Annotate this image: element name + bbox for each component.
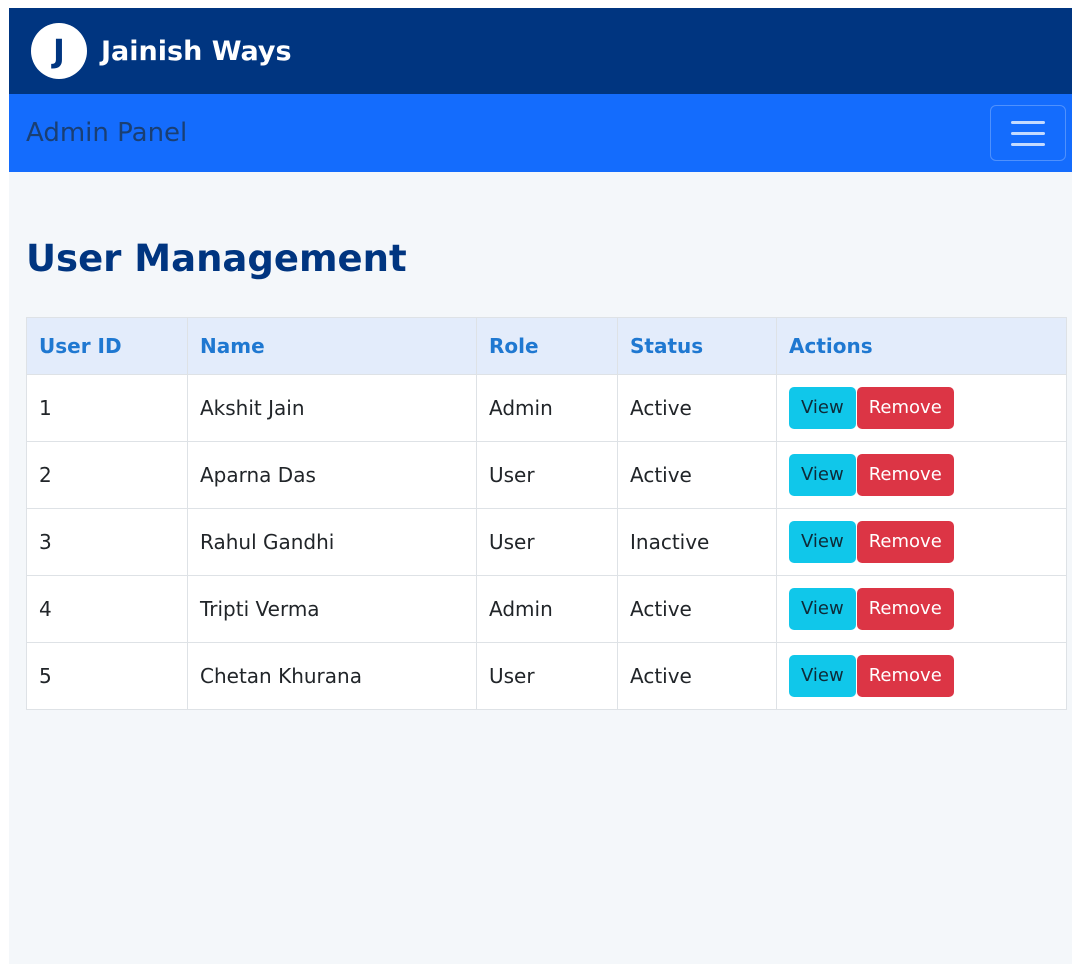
cell-actions: View Remove <box>776 642 1067 710</box>
column-header-name: Name <box>187 317 477 375</box>
hamburger-menu-icon-bar <box>1011 131 1045 135</box>
cell-name: Akshit Jain <box>187 374 477 442</box>
cell-status: Active <box>617 575 777 643</box>
cell-role: Admin <box>476 374 618 442</box>
cell-actions: View Remove <box>776 508 1067 576</box>
brand-name[interactable]: Jainish Ways <box>101 36 292 67</box>
cell-user-id: 5 <box>26 642 188 710</box>
cell-user-id: 2 <box>26 441 188 509</box>
table-row: 2 Aparna Das User Active View Remove <box>26 441 1067 509</box>
app-window: J Jainish Ways Admin Panel User Manageme… <box>9 8 1072 964</box>
cell-name: Chetan Khurana <box>187 642 477 710</box>
cell-role: Admin <box>476 575 618 643</box>
cell-actions: View Remove <box>776 374 1067 442</box>
view-button[interactable]: View <box>789 588 856 630</box>
hamburger-menu-icon-bar <box>1011 142 1045 146</box>
table-row: 5 Chetan Khurana User Active View Remove <box>26 642 1067 710</box>
view-button[interactable]: View <box>789 387 856 429</box>
table-header-row: User ID Name Role Status Actions <box>26 317 1067 375</box>
cell-status: Active <box>617 374 777 442</box>
cell-role: User <box>476 441 618 509</box>
view-button[interactable]: View <box>789 655 856 697</box>
cell-user-id: 1 <box>26 374 188 442</box>
cell-role: User <box>476 642 618 710</box>
column-header-role: Role <box>476 317 618 375</box>
hamburger-menu-icon-bar <box>1011 120 1045 124</box>
column-header-user-id: User ID <box>26 317 188 375</box>
cell-status: Active <box>617 642 777 710</box>
remove-button[interactable]: Remove <box>856 387 954 429</box>
navbar: Admin Panel <box>9 94 1072 172</box>
cell-role: User <box>476 508 618 576</box>
cell-name: Rahul Gandhi <box>187 508 477 576</box>
column-header-status: Status <box>617 317 777 375</box>
remove-button[interactable]: Remove <box>856 588 954 630</box>
table-row: 4 Tripti Verma Admin Active View Remove <box>26 575 1067 643</box>
users-table: User ID Name Role Status Actions 1 Akshi… <box>26 317 1067 710</box>
cell-user-id: 4 <box>26 575 188 643</box>
remove-button[interactable]: Remove <box>856 521 954 563</box>
cell-status: Active <box>617 441 777 509</box>
cell-user-id: 3 <box>26 508 188 576</box>
remove-button[interactable]: Remove <box>856 454 954 496</box>
view-button[interactable]: View <box>789 521 856 563</box>
cell-name: Aparna Das <box>187 441 477 509</box>
table-row: 1 Akshit Jain Admin Active View Remove <box>26 374 1067 442</box>
page-title: User Management <box>26 237 407 280</box>
cell-actions: View Remove <box>776 441 1067 509</box>
brand-logo-letter: J <box>53 32 65 70</box>
main-content: User Management User ID Name Role Status… <box>9 172 1072 710</box>
cell-actions: View Remove <box>776 575 1067 643</box>
brand-bar: J Jainish Ways <box>9 8 1072 94</box>
column-header-actions: Actions <box>776 317 1067 375</box>
cell-status: Inactive <box>617 508 777 576</box>
cell-name: Tripti Verma <box>187 575 477 643</box>
menu-toggle-button[interactable] <box>990 105 1066 161</box>
navbar-title[interactable]: Admin Panel <box>26 118 187 148</box>
table-row: 3 Rahul Gandhi User Inactive View Remove <box>26 508 1067 576</box>
brand-logo[interactable]: J <box>31 23 87 79</box>
remove-button[interactable]: Remove <box>856 655 954 697</box>
view-button[interactable]: View <box>789 454 856 496</box>
